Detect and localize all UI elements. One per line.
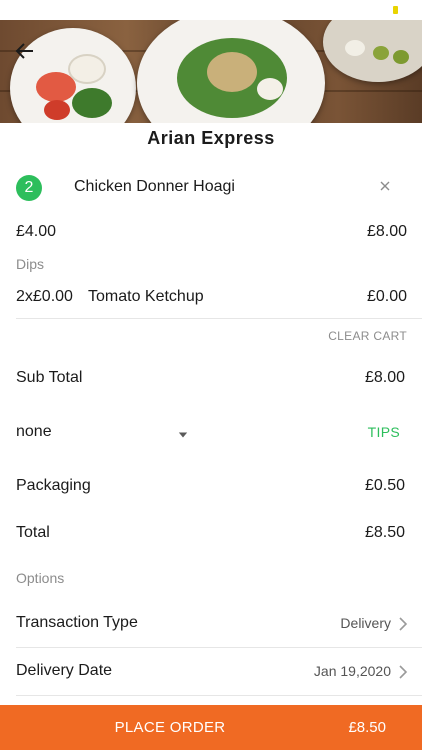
dip-price: £0.00 xyxy=(366,288,407,305)
subtotal-value: £8.00 xyxy=(364,369,405,386)
transaction-type-row[interactable]: Transaction Type Delivery xyxy=(0,600,422,646)
packaging-value: £0.50 xyxy=(364,477,405,494)
back-button[interactable] xyxy=(10,36,40,66)
total-label: Total xyxy=(16,524,50,541)
item-line-total: £8.00 xyxy=(366,223,407,240)
delivery-date-row[interactable]: Delivery Date Jan 19,2020 xyxy=(0,648,422,694)
item-unit-price: £4.00 xyxy=(16,223,57,240)
bowl-olives xyxy=(323,20,422,82)
restaurant-name: Arian Express xyxy=(147,128,275,148)
total-value: £8.50 xyxy=(364,524,405,541)
tip-select[interactable]: none xyxy=(16,420,196,446)
subtotal-label: Sub Total xyxy=(16,369,83,386)
divider xyxy=(16,318,422,319)
battery-icon xyxy=(393,6,398,14)
remove-item-button[interactable] xyxy=(377,178,393,194)
tip-select-value: none xyxy=(16,423,52,440)
place-order-button[interactable]: PLACE ORDER £8.50 xyxy=(0,705,422,750)
order-amount: £8.50 xyxy=(348,719,386,736)
clear-cart-button[interactable]: CLEAR CART xyxy=(300,329,407,343)
item-quantity-badge: 2 xyxy=(16,175,42,201)
status-bar xyxy=(0,0,422,20)
divider xyxy=(16,695,422,696)
transaction-type-value: Delivery xyxy=(340,615,391,631)
transaction-type-label: Transaction Type xyxy=(16,614,138,631)
chevron-right-icon xyxy=(399,665,408,679)
item-name: Chicken Donner Hoagi xyxy=(74,178,235,195)
options-heading: Options xyxy=(16,570,65,586)
tips-button[interactable]: TIPS xyxy=(330,424,400,440)
close-icon xyxy=(380,181,390,191)
delivery-date-value: Jan 19,2020 xyxy=(313,663,391,679)
dip-name: Tomato Ketchup xyxy=(88,288,204,305)
restaurant-banner-image xyxy=(0,20,422,123)
plate-salad xyxy=(137,20,325,123)
delivery-date-label: Delivery Date xyxy=(16,662,113,679)
caret-down-icon xyxy=(178,432,188,438)
arrow-left-icon xyxy=(15,43,33,59)
dips-label: Dips xyxy=(16,256,45,272)
chevron-right-icon xyxy=(399,617,408,631)
place-order-label: PLACE ORDER xyxy=(114,719,226,736)
packaging-label: Packaging xyxy=(16,477,91,494)
dip-qty-price: 2x£0.00 xyxy=(16,288,73,305)
